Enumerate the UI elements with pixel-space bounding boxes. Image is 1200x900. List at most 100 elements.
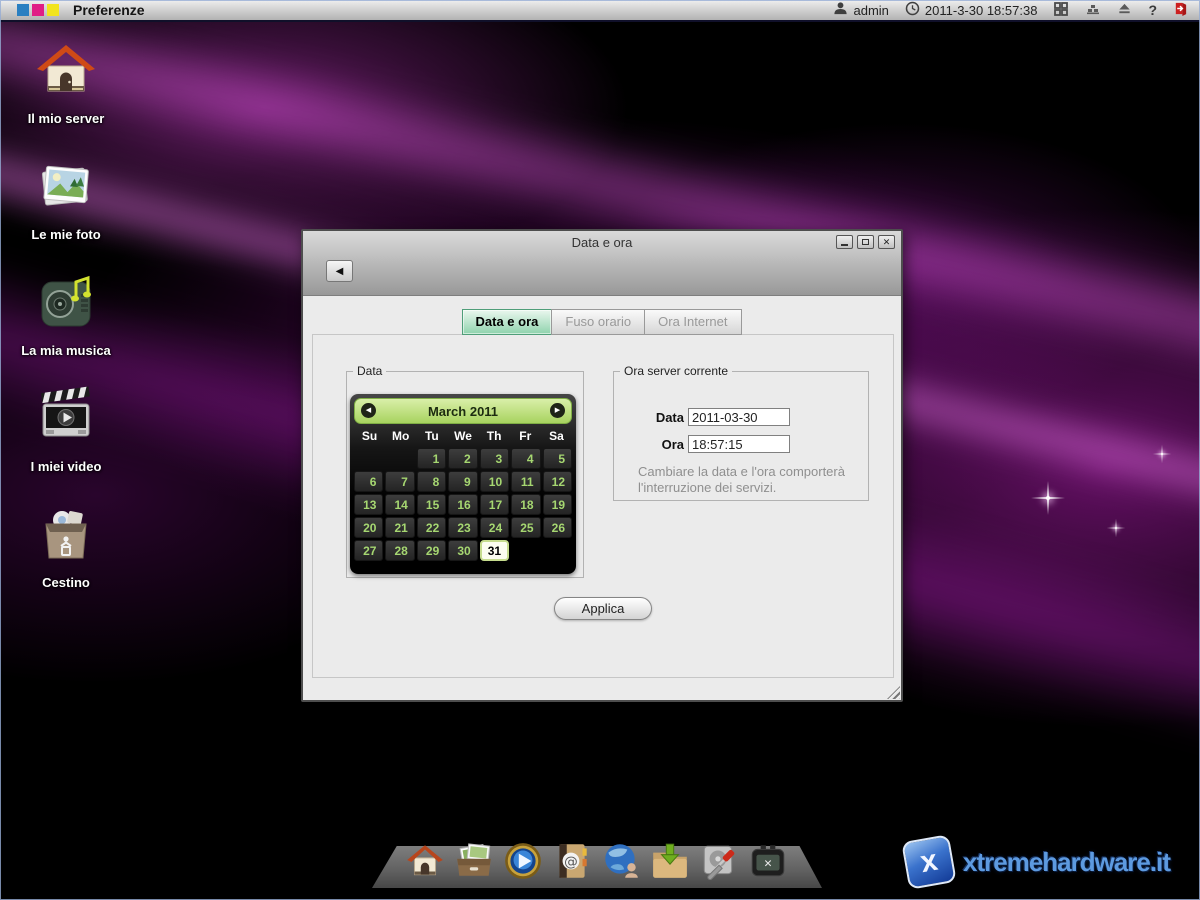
- eject-icon[interactable]: [1117, 1, 1132, 19]
- server-time-label: Ora: [614, 437, 684, 452]
- calendar-day-cell[interactable]: 14: [385, 494, 414, 515]
- calendar-day-cell[interactable]: 10: [480, 471, 509, 492]
- calendar-day-cell[interactable]: 13: [354, 494, 383, 515]
- calendar-day-cell[interactable]: 16: [448, 494, 477, 515]
- calendar-day-cell: [543, 540, 572, 561]
- server-time-group: Ora server corrente Data Ora Cambiare la…: [613, 364, 869, 501]
- calendar-day-cell[interactable]: 18: [511, 494, 540, 515]
- calendar-day-cell[interactable]: 30: [448, 540, 477, 561]
- back-button[interactable]: ◀: [326, 260, 353, 282]
- dock-disk-utility-icon[interactable]: [698, 840, 740, 882]
- dock-address-book-icon[interactable]: @: [551, 840, 593, 882]
- taskbar-stack-icon[interactable]: [1085, 1, 1101, 20]
- desktop-icon-list: Il mio server Le mie foto La mia musica …: [18, 38, 114, 590]
- close-button[interactable]: ✕: [878, 235, 895, 249]
- calendar-day-cell[interactable]: 1: [417, 448, 446, 469]
- apps-grid-icon[interactable]: [1053, 1, 1069, 20]
- calendar-day-cell[interactable]: 6: [354, 471, 383, 492]
- server-date-input[interactable]: [688, 408, 790, 426]
- tab-panel: Data ◀ March 2011 ▶ Su Mo Tu We Th Fr Sa: [312, 334, 894, 678]
- dialog-title: Data e ora: [303, 231, 901, 250]
- desktop-icon-label: Le mie foto: [31, 227, 100, 242]
- weekday-label: We: [447, 429, 478, 443]
- calendar-day-cell[interactable]: 11: [511, 471, 540, 492]
- desktop-icon-label: I miei video: [31, 459, 102, 474]
- date-group: Data ◀ March 2011 ▶ Su Mo Tu We Th Fr Sa: [346, 364, 584, 578]
- calendar-day-cell[interactable]: 15: [417, 494, 446, 515]
- logout-icon[interactable]: [1173, 1, 1188, 19]
- calendar-day-cell[interactable]: 4: [511, 448, 540, 469]
- dock-photos-icon[interactable]: [453, 840, 495, 882]
- logo-magenta-square: [32, 4, 44, 16]
- calendar-day-cell[interactable]: 21: [385, 517, 414, 538]
- calendar-day-cell[interactable]: 17: [480, 494, 509, 515]
- desktop-icon-label: Il mio server: [28, 111, 105, 126]
- user-menu[interactable]: admin: [833, 1, 888, 19]
- menubar-title: Preferenze: [73, 2, 145, 18]
- calendar-day-cell[interactable]: 7: [385, 471, 414, 492]
- calendar-day-cell[interactable]: 25: [511, 517, 540, 538]
- weekday-label: Fr: [510, 429, 541, 443]
- desktop-icon-label: Cestino: [42, 575, 90, 590]
- svg-text:✕: ✕: [764, 858, 773, 870]
- service-interruption-note: Cambiare la data e l'ora comporterà l'in…: [638, 464, 856, 496]
- calendar-day-cell[interactable]: 28: [385, 540, 414, 561]
- minimize-button[interactable]: [836, 235, 853, 249]
- weekday-label: Th: [479, 429, 510, 443]
- calendar-day-cell: [385, 448, 414, 469]
- resize-handle[interactable]: [887, 686, 900, 699]
- apply-button[interactable]: Applica: [554, 597, 652, 620]
- calendar-day-cell[interactable]: 2: [448, 448, 477, 469]
- dock-toolbox-icon[interactable]: ✕: [747, 840, 789, 882]
- menubar: Preferenze admin 2011-3-30 18:57:38 ?: [0, 0, 1200, 22]
- calendar-day-cell[interactable]: 20: [354, 517, 383, 538]
- logo-yellow-square: [47, 4, 59, 16]
- dock-download-icon[interactable]: [649, 840, 691, 882]
- calendar-day-cell[interactable]: 9: [448, 471, 477, 492]
- calendar-day-cell[interactable]: 29: [417, 540, 446, 561]
- calendar-next-icon[interactable]: ▶: [550, 403, 565, 418]
- calendar-day-cell[interactable]: 23: [448, 517, 477, 538]
- dock-home-icon[interactable]: [404, 840, 446, 882]
- dock: @ ✕: [404, 840, 789, 882]
- weekday-label: Su: [354, 429, 385, 443]
- calendar-day-cell[interactable]: 19: [543, 494, 572, 515]
- sparkle-star: [1161, 453, 1163, 455]
- dock-media-player-icon[interactable]: [502, 840, 544, 882]
- desktop-icon-my-photos[interactable]: Le mie foto: [18, 154, 114, 242]
- dock-web-icon[interactable]: [600, 840, 642, 882]
- calendar-day-cell[interactable]: 12: [543, 471, 572, 492]
- calendar: ◀ March 2011 ▶ Su Mo Tu We Th Fr Sa 1: [350, 394, 576, 574]
- calendar-day-cell[interactable]: 3: [480, 448, 509, 469]
- calendar-day-cell[interactable]: 24: [480, 517, 509, 538]
- calendar-day-cell[interactable]: 27: [354, 540, 383, 561]
- calendar-grid: 1 2 3 4 5 6 7 8 9 10 11 12 13 14 15 16 1: [354, 448, 572, 561]
- calendar-day-cell[interactable]: 8: [417, 471, 446, 492]
- calendar-day-cell[interactable]: 26: [543, 517, 572, 538]
- calendar-day-cell[interactable]: 5: [543, 448, 572, 469]
- desktop-icon-my-server[interactable]: Il mio server: [18, 38, 114, 126]
- calendar-day-cell-selected[interactable]: 31: [480, 540, 509, 561]
- tab-ora-internet[interactable]: Ora Internet: [644, 309, 741, 335]
- calendar-prev-icon[interactable]: ◀: [361, 403, 376, 418]
- desktop-icon-my-music[interactable]: La mia musica: [18, 270, 114, 358]
- desktop-icon-label: La mia musica: [21, 343, 111, 358]
- trash-icon: [34, 502, 98, 571]
- maximize-button[interactable]: [857, 235, 874, 249]
- note-line-2: l'interruzione dei servizi.: [638, 480, 776, 495]
- username-label: admin: [853, 3, 888, 18]
- note-line-1: Cambiare la data e l'ora comporterà: [638, 464, 845, 479]
- user-icon: [833, 1, 848, 19]
- weekday-label: Mo: [385, 429, 416, 443]
- tab-fuso-orario[interactable]: Fuso orario: [551, 309, 645, 335]
- dialog-header[interactable]: Data e ora ✕ ◀: [303, 231, 901, 296]
- desktop-icon-trash[interactable]: Cestino: [18, 502, 114, 590]
- calendar-weekday-row: Su Mo Tu We Th Fr Sa: [354, 424, 572, 448]
- tab-data-e-ora[interactable]: Data e ora: [462, 309, 553, 335]
- calendar-day-cell[interactable]: 22: [417, 517, 446, 538]
- help-button[interactable]: ?: [1148, 2, 1157, 18]
- home-icon: [34, 38, 98, 107]
- calendar-day-cell: [511, 540, 540, 561]
- desktop-icon-my-videos[interactable]: I miei video: [18, 386, 114, 474]
- server-time-input[interactable]: [688, 435, 790, 453]
